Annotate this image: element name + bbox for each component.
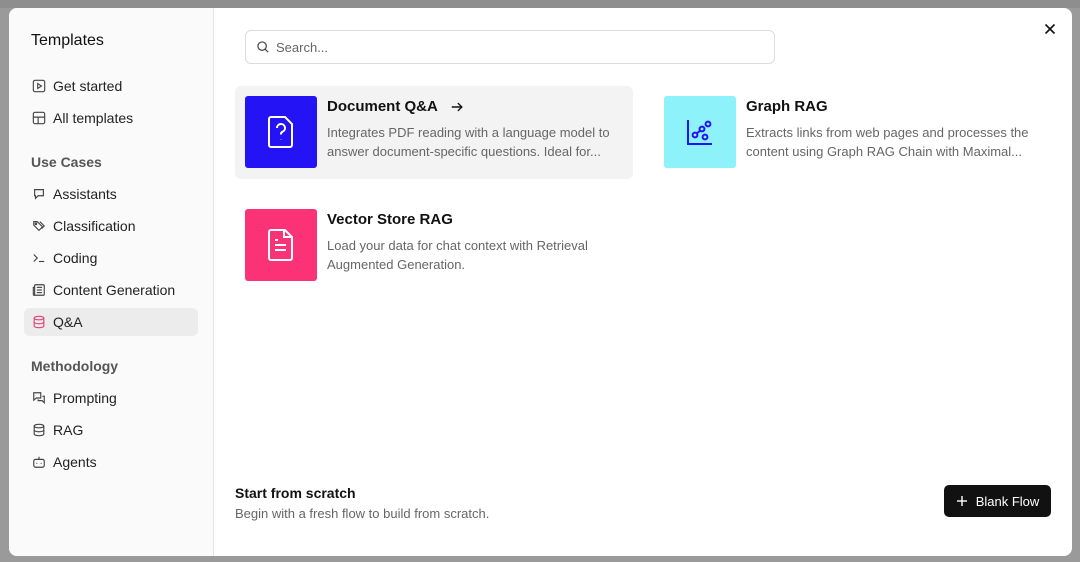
template-card-document-qa[interactable]: Document Q&A Integrates PDF reading with… [235, 86, 633, 179]
sidebar-item-prompting[interactable]: Prompting [24, 384, 198, 412]
use-cases-heading: Use Cases [31, 154, 102, 170]
sidebar: Templates Get started All templates Use … [9, 8, 214, 556]
newspaper-icon [32, 283, 46, 297]
card-description: Extracts links from web pages and proces… [746, 125, 1029, 159]
methodology-heading: Methodology [31, 358, 119, 374]
card-description: Integrates PDF reading with a language m… [327, 125, 610, 159]
template-card-graph-rag[interactable]: Graph RAG Extracts links from web pages … [654, 86, 1052, 179]
sidebar-item-label: Coding [53, 250, 98, 266]
start-from-scratch: Start from scratch Begin with a fresh fl… [235, 484, 489, 522]
main-panel: Document Q&A Integrates PDF reading with… [214, 8, 1072, 556]
sidebar-item-content-generation[interactable]: Content Generation [24, 276, 198, 304]
sidebar-item-label: Content Generation [53, 282, 176, 298]
blank-flow-button[interactable]: Blank Flow [944, 485, 1051, 517]
card-description: Load your data for chat context with Ret… [327, 238, 588, 272]
sidebar-item-label: Classification [53, 218, 136, 234]
template-card-vector-store-rag[interactable]: Vector Store RAG Load your data for chat… [235, 199, 633, 292]
file-question-icon [268, 116, 293, 148]
card-title: Graph RAG [746, 98, 828, 115]
sidebar-item-get-started[interactable]: Get started [24, 72, 198, 100]
sidebar-item-rag[interactable]: RAG [24, 416, 198, 444]
scratch-title: Start from scratch [235, 485, 356, 501]
plus-icon [956, 496, 967, 506]
templates-modal: Templates Get started All templates Use … [9, 8, 1072, 556]
chat-bot-icon [32, 187, 46, 201]
sidebar-item-label: Prompting [53, 390, 117, 406]
sidebar-item-coding[interactable]: Coding [24, 244, 198, 272]
card-thumbnail [245, 96, 317, 168]
card-thumbnail [245, 209, 317, 281]
search-box [245, 30, 775, 64]
sidebar-item-label: Assistants [53, 186, 117, 202]
play-square-icon [32, 79, 46, 93]
blank-flow-label: Blank Flow [975, 493, 1040, 509]
card-title: Document Q&A [327, 98, 438, 115]
tags-icon [32, 219, 46, 233]
backdrop [0, 0, 1080, 8]
scratch-description: Begin with a fresh flow to build from sc… [235, 506, 490, 521]
card-title: Vector Store RAG [327, 211, 453, 228]
sidebar-item-label: Get started [53, 78, 123, 94]
search-icon [257, 41, 269, 53]
sidebar-item-agents[interactable]: Agents [24, 448, 198, 476]
database-icon [32, 315, 46, 329]
sidebar-item-label: Q&A [53, 314, 83, 330]
close-button[interactable] [1042, 21, 1058, 37]
sidebar-item-assistants[interactable]: Assistants [24, 180, 198, 208]
file-text-icon [268, 229, 293, 261]
sidebar-item-label: RAG [53, 422, 84, 438]
arrow-right-icon [451, 102, 463, 112]
search-input[interactable] [276, 39, 746, 55]
card-thumbnail [664, 96, 736, 168]
layout-grid-icon [32, 111, 46, 125]
sidebar-item-classification[interactable]: Classification [24, 212, 198, 240]
messages-icon [32, 391, 46, 405]
sidebar-item-label: All templates [53, 110, 134, 126]
database-icon [32, 423, 46, 437]
chart-scatter-icon [687, 120, 712, 145]
sidebar-item-all-templates[interactable]: All templates [24, 104, 198, 132]
bot-icon [32, 455, 46, 469]
sidebar-item-label: Agents [53, 454, 97, 470]
sidebar-title: Templates [31, 32, 104, 49]
terminal-icon [32, 251, 46, 265]
close-icon [1044, 23, 1056, 35]
sidebar-item-qa[interactable]: Q&A [24, 308, 198, 336]
